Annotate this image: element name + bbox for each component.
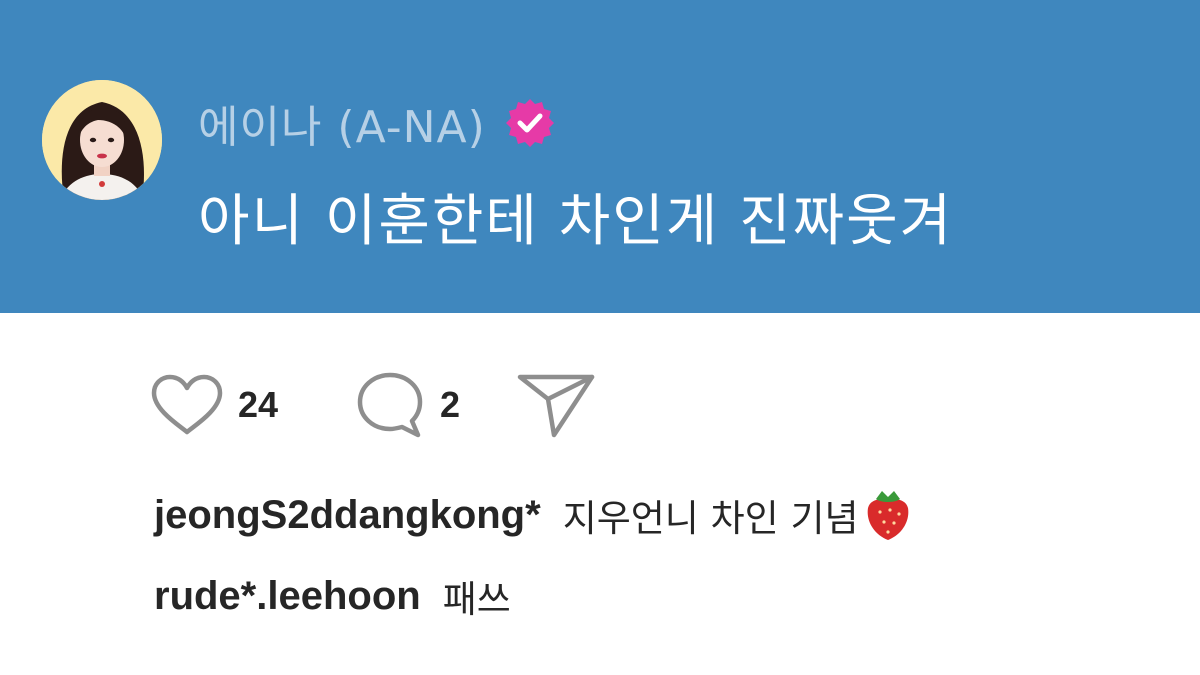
comment-text: 지우언니 차인 기념 <box>562 497 859 540</box>
author-name[interactable]: 에이나 (A-NA) <box>198 91 486 155</box>
comment-username[interactable]: rude*.leehoon <box>154 574 421 619</box>
comment-button[interactable]: 2 <box>354 369 460 441</box>
strawberry-emoji-icon <box>867 491 908 540</box>
like-count: 24 <box>238 384 279 425</box>
avatar-image <box>42 80 162 200</box>
author-row: 에이나 (A-NA) <box>198 88 556 158</box>
paper-plane-icon <box>517 374 595 438</box>
actions-bar: 24 2 <box>150 365 596 445</box>
comment-item: jeongS2ddangkong* 지우언니 차인 기념 <box>154 480 913 550</box>
comment-text: 패쓰 <box>442 578 511 621</box>
verified-badge-icon <box>505 99 554 147</box>
like-button[interactable]: 24 <box>150 374 278 436</box>
share-button[interactable] <box>516 369 596 441</box>
avatar[interactable] <box>42 80 162 200</box>
comment-count: 2 <box>440 384 461 425</box>
heart-icon <box>151 374 223 435</box>
comment-username[interactable]: jeongS2ddangkong* <box>154 493 541 538</box>
comment-item: rude*.leehoon 패쓰 <box>154 563 511 629</box>
comment-bubble-icon <box>357 372 423 438</box>
post-text: 아니 이훈한테 차인게 진짜웃겨 <box>198 189 954 254</box>
post-header: 에이나 (A-NA) 아니 이훈한테 차인게 진짜웃겨 <box>0 0 1200 313</box>
